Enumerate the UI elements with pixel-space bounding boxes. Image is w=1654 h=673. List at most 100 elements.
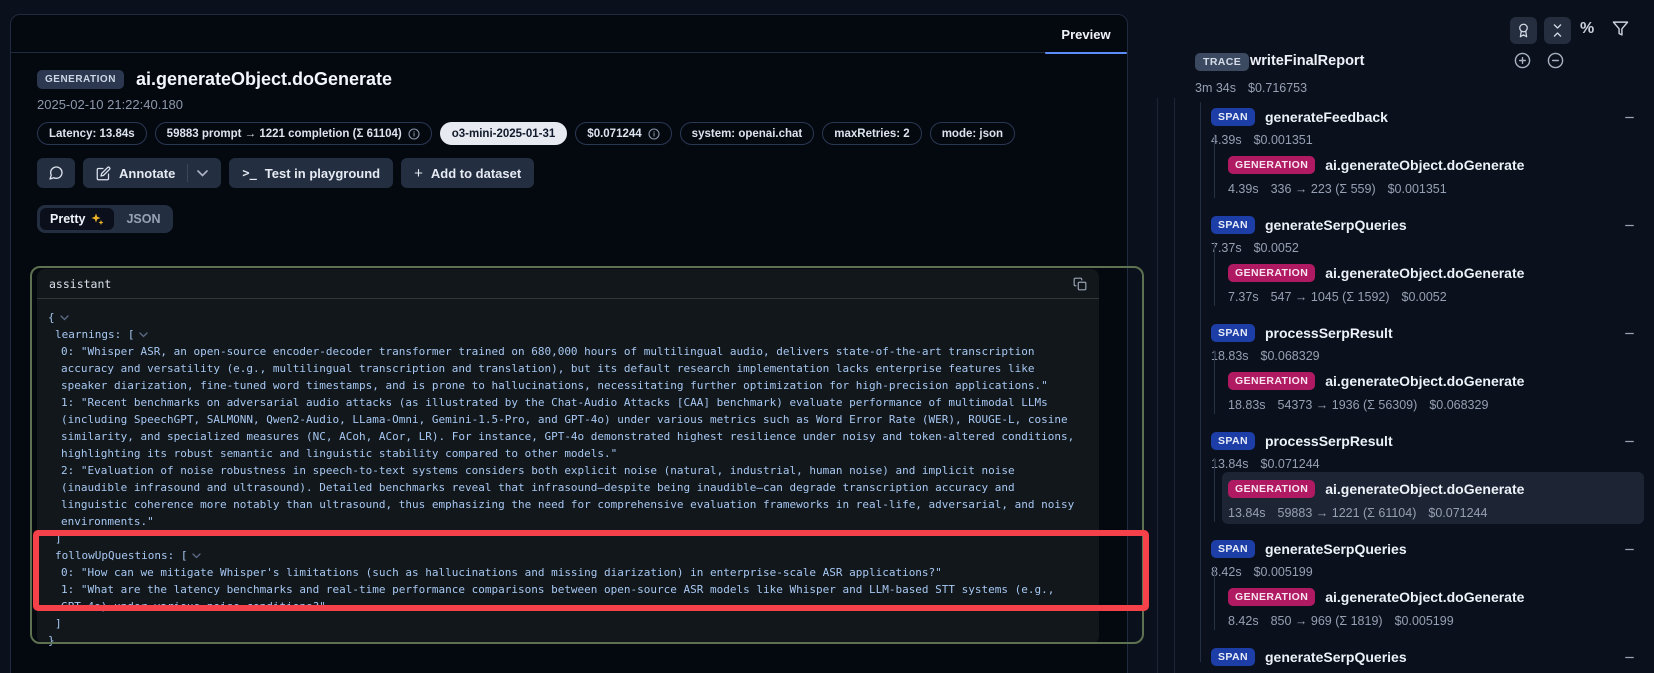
info-icon[interactable]: i bbox=[648, 128, 660, 140]
collapse-chevron-icon[interactable] bbox=[192, 547, 201, 564]
span-row[interactable]: SPAN generateSerpQueries bbox=[1211, 648, 1407, 666]
sparkles-icon bbox=[91, 213, 104, 226]
collapse-chevron-icon[interactable] bbox=[60, 309, 69, 326]
collapse-node-button[interactable] bbox=[1623, 543, 1636, 561]
span-cost: $0.001351 bbox=[1254, 133, 1313, 147]
tab-active-underline bbox=[1045, 52, 1127, 54]
generation-tokens: 547 → 1045 (Σ 1592) bbox=[1271, 290, 1390, 304]
generation-badge: GENERATION bbox=[1228, 264, 1315, 282]
toggle-json[interactable]: JSON bbox=[116, 208, 170, 230]
metadata-pill: Latency: 13.84s i bbox=[37, 122, 147, 145]
trace-meta: 3m 34s $0.716753 bbox=[1195, 81, 1307, 95]
tree-guide-line bbox=[1157, 98, 1158, 673]
collapse-node-button[interactable] bbox=[1623, 435, 1636, 453]
span-meta: 18.83s $0.068329 bbox=[1211, 349, 1320, 363]
tab-preview[interactable]: Preview bbox=[1045, 15, 1127, 53]
metadata-pill: system: openai.chat i bbox=[680, 122, 815, 145]
span-row[interactable]: SPAN generateSerpQueries bbox=[1211, 540, 1407, 558]
tree-connector-line bbox=[1214, 566, 1215, 630]
pretty-label: Pretty bbox=[50, 212, 85, 226]
collapse-vertical-icon bbox=[1550, 23, 1565, 38]
info-icon[interactable]: i bbox=[408, 128, 420, 140]
generation-row[interactable]: GENERATION ai.generateObject.doGenerate … bbox=[1222, 472, 1644, 524]
generation-name: ai.generateObject.doGenerate bbox=[1325, 265, 1524, 281]
trace-tree-span-block: SPAN processSerpResult 18.83s $0.068329 … bbox=[1195, 324, 1654, 432]
span-meta: 8.42s $0.005199 bbox=[1211, 565, 1313, 579]
generation-row[interactable]: GENERATION ai.generateObject.doGenerate … bbox=[1222, 364, 1644, 416]
collapse-node-button[interactable] bbox=[1623, 219, 1636, 237]
span-row[interactable]: SPAN processSerpResult bbox=[1211, 324, 1393, 342]
generation-cost: $0.0052 bbox=[1402, 290, 1447, 304]
generation-type-badge: GENERATION bbox=[37, 70, 124, 89]
generation-cost: $0.068329 bbox=[1429, 398, 1488, 412]
generation-row[interactable]: GENERATION ai.generateObject.doGenerate … bbox=[1222, 256, 1644, 308]
span-name: generateFeedback bbox=[1265, 109, 1388, 125]
span-name: processSerpResult bbox=[1265, 325, 1393, 341]
comment-icon bbox=[48, 165, 64, 181]
generation-meta: 18.83s 54373 → 1936 (Σ 56309) $0.068329 bbox=[1228, 398, 1488, 412]
annotate-label: Annotate bbox=[119, 166, 175, 181]
collapse-node-button[interactable] bbox=[1623, 327, 1636, 345]
metadata-pill-label: o3-mini-2025-01-31 bbox=[452, 128, 556, 140]
generation-name: ai.generateObject.doGenerate bbox=[1325, 481, 1524, 497]
collapse-node-button[interactable] bbox=[1623, 651, 1636, 669]
span-badge: SPAN bbox=[1211, 540, 1255, 558]
trace-tree-span-block: SPAN generateFeedback 4.39s $0.001351 GE… bbox=[1195, 108, 1654, 216]
annotation-queue-button[interactable] bbox=[1510, 17, 1537, 44]
generation-meta: 13.84s 59883 → 1221 (Σ 61104) $0.071244 bbox=[1228, 506, 1487, 520]
generation-row[interactable]: GENERATION ai.generateObject.doGenerate … bbox=[1222, 580, 1644, 632]
test-in-playground-button[interactable]: >_ Test in playground bbox=[229, 158, 393, 188]
tree-connector-line bbox=[1214, 242, 1215, 306]
collapse-panel-button[interactable] bbox=[1544, 17, 1571, 44]
code-line: 1: "Recent benchmarks on adversarial aud… bbox=[48, 394, 1085, 462]
comment-button[interactable] bbox=[37, 158, 75, 188]
span-badge: SPAN bbox=[1211, 216, 1255, 234]
collapse-chevron-icon[interactable] bbox=[139, 326, 148, 343]
code-line: followUpQuestions: [ bbox=[48, 547, 1085, 564]
metadata-pills-row: Latency: 13.84s i 59883 prompt → 1221 co… bbox=[37, 122, 1127, 145]
minus-icon bbox=[1623, 543, 1636, 556]
code-line-text: 1: "What are the latency benchmarks and … bbox=[61, 583, 1061, 613]
trace-badge: TRACE bbox=[1195, 53, 1249, 71]
toggle-pretty[interactable]: Pretty bbox=[40, 208, 114, 230]
code-line: ] bbox=[48, 530, 1085, 547]
trace-name[interactable]: writeFinalReport bbox=[1250, 53, 1364, 69]
span-row[interactable]: SPAN generateFeedback bbox=[1211, 108, 1388, 126]
tree-connector-line bbox=[1214, 134, 1215, 198]
filter-icon[interactable] bbox=[1612, 20, 1629, 42]
metadata-pill-label: maxRetries: 2 bbox=[834, 128, 909, 140]
minus-icon bbox=[1623, 651, 1636, 664]
span-row[interactable]: SPAN generateSerpQueries bbox=[1211, 216, 1407, 234]
collapse-all-button[interactable] bbox=[1547, 52, 1564, 74]
test-in-playground-label: Test in playground bbox=[265, 166, 380, 181]
tab-preview-label: Preview bbox=[1061, 27, 1110, 42]
generation-name: ai.generateObject.doGenerate bbox=[1325, 373, 1524, 389]
minus-icon bbox=[1623, 435, 1636, 448]
add-to-dataset-button[interactable]: + Add to dataset bbox=[401, 158, 534, 188]
code-line-text: 1: "Recent benchmarks on adversarial aud… bbox=[61, 396, 1081, 460]
expand-all-button[interactable] bbox=[1514, 52, 1531, 74]
chevron-down-icon[interactable] bbox=[197, 170, 208, 177]
copy-icon[interactable] bbox=[1073, 277, 1087, 291]
metadata-pill: o3-mini-2025-01-31 i bbox=[440, 122, 568, 145]
span-duration: 13.84s bbox=[1211, 457, 1249, 471]
annotate-button[interactable]: Annotate bbox=[83, 158, 221, 188]
code-line-text: learnings: [ bbox=[55, 328, 134, 341]
code-line-text: ] bbox=[55, 617, 62, 630]
annotate-pencil-icon bbox=[96, 166, 111, 181]
generation-row[interactable]: GENERATION ai.generateObject.doGenerate … bbox=[1222, 148, 1644, 200]
actions-row: Annotate >_ Test in playground + Add to … bbox=[37, 158, 1127, 188]
collapse-node-button[interactable] bbox=[1623, 111, 1636, 129]
span-badge: SPAN bbox=[1211, 324, 1255, 342]
span-duration: 4.39s bbox=[1211, 133, 1242, 147]
span-name: generateSerpQueries bbox=[1265, 649, 1407, 665]
generation-badge: GENERATION bbox=[1228, 480, 1315, 498]
trace-cost: $0.716753 bbox=[1248, 81, 1307, 95]
span-row[interactable]: SPAN processSerpResult bbox=[1211, 432, 1393, 450]
metadata-pill-label: system: openai.chat bbox=[692, 128, 803, 140]
percent-toggle-icon[interactable]: % bbox=[1580, 20, 1594, 38]
metadata-pill-label: $0.071244 bbox=[587, 128, 641, 140]
span-cost: $0.0052 bbox=[1254, 241, 1299, 255]
plus-icon: + bbox=[414, 165, 423, 182]
json-label: JSON bbox=[126, 212, 160, 226]
